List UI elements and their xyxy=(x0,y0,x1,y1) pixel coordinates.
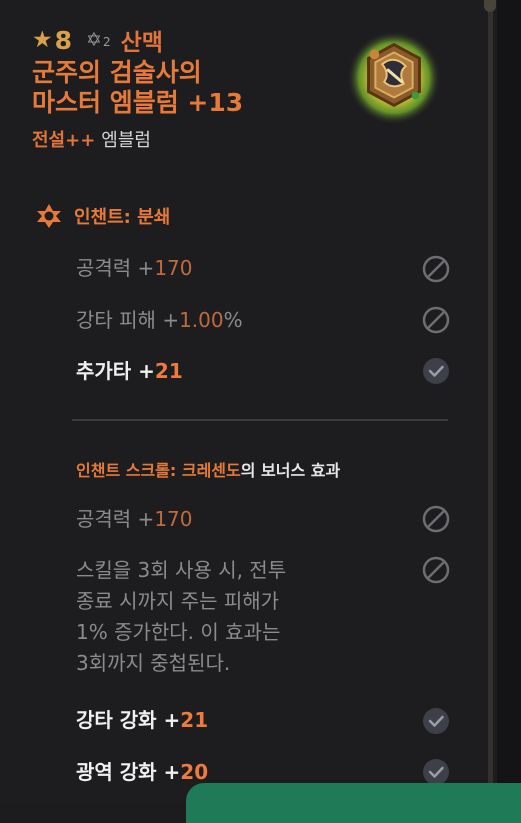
stat-label: 추가타 + xyxy=(76,359,155,383)
stat-value: 170 xyxy=(154,256,193,280)
item-name-line2: 마스터 엠블럼 +13 xyxy=(32,88,244,117)
stat-value: 170 xyxy=(154,507,193,531)
enchant-star-icon xyxy=(37,204,61,228)
item-meta-line: ★ 8 ✡ 2 산맥 xyxy=(32,22,243,58)
disabled-icon xyxy=(422,556,450,584)
scroll-effect-description: 스킬을 3회 사용 시, 전투 종료 시까지 주는 피해가 1% 증가한다. 이… xyxy=(76,555,366,679)
description-line: 1% 증가한다. 이 효과는 xyxy=(76,620,281,644)
panel-right-border xyxy=(488,0,493,805)
item-grade: 전설++ 엠블럼 xyxy=(32,126,243,152)
stat-label: 공격력 + xyxy=(76,256,155,280)
stat-value: 21 xyxy=(180,708,209,732)
item-category: 산맥 xyxy=(120,30,163,56)
green-action-tab[interactable] xyxy=(186,783,521,823)
disabled-icon xyxy=(422,505,450,533)
description-line: 스킬을 3회 사용 시, 전투 xyxy=(76,558,287,582)
tier-value: 2 xyxy=(102,35,111,49)
item-name-line1: 군주의 검술사의 xyxy=(32,58,202,87)
grade-label: 전설++ xyxy=(32,130,96,151)
stat-label: 강타 피해 + xyxy=(76,308,180,332)
stat-label: 강타 강화 + xyxy=(76,708,181,732)
scroll-title-suffix: 의 보너스 효과 xyxy=(240,461,341,480)
type-label: 엠블럼 xyxy=(101,130,151,151)
scroll-stat-area-boost: 광역 강화 +20 xyxy=(76,757,208,787)
stat-label: 공격력 + xyxy=(76,507,155,531)
stat-value: 21 xyxy=(154,359,183,383)
scroll-stat-attack: 공격력 +170 xyxy=(76,504,193,534)
stat-value: 20 xyxy=(180,760,209,784)
enchant-stat-smash-damage: 강타 피해 +1.00% xyxy=(76,305,243,335)
disabled-icon xyxy=(422,255,450,283)
stat-value: 1.00 xyxy=(179,308,224,332)
tier-indicator: ✡ 2 xyxy=(86,29,111,51)
enchant-stat-additional-hit: 추가타 +21 xyxy=(76,356,183,386)
background-strip xyxy=(497,0,521,805)
check-icon xyxy=(423,358,449,384)
star-level: ★ 8 xyxy=(32,26,72,55)
scroll-title: 인챈트 스크롤: 크레센도 xyxy=(76,461,241,480)
emblem-image xyxy=(346,28,442,123)
description-line: 종료 시까지 주는 피해가 xyxy=(76,589,280,613)
scroll-bonus-heading: 인챈트 스크롤: 크레센도의 보너스 효과 xyxy=(76,457,340,481)
disabled-icon xyxy=(422,306,450,334)
stat-label: 광역 강화 + xyxy=(76,760,181,784)
star-icon: ★ xyxy=(32,27,53,53)
stat-suffix: % xyxy=(223,308,243,332)
check-icon xyxy=(423,708,449,734)
enchant-title: 인챈트: 분쇄 xyxy=(74,207,171,228)
scroll-stat-smash-boost: 강타 강화 +21 xyxy=(76,705,208,735)
enchant-heading: 인챈트: 분쇄 xyxy=(36,203,170,229)
scrollbar-handle[interactable] xyxy=(484,0,496,12)
item-header: ★ 8 ✡ 2 산맥 군주의 검술사의 마스터 엠블럼 +13 전설++ 엠블럼 xyxy=(32,22,243,152)
tier-star-icon: ✡ xyxy=(86,29,102,51)
section-divider xyxy=(72,419,448,421)
star-level-value: 8 xyxy=(54,25,73,55)
enchant-stat-attack: 공격력 +170 xyxy=(76,253,193,283)
description-line: 3회까지 중첩된다. xyxy=(76,651,231,675)
